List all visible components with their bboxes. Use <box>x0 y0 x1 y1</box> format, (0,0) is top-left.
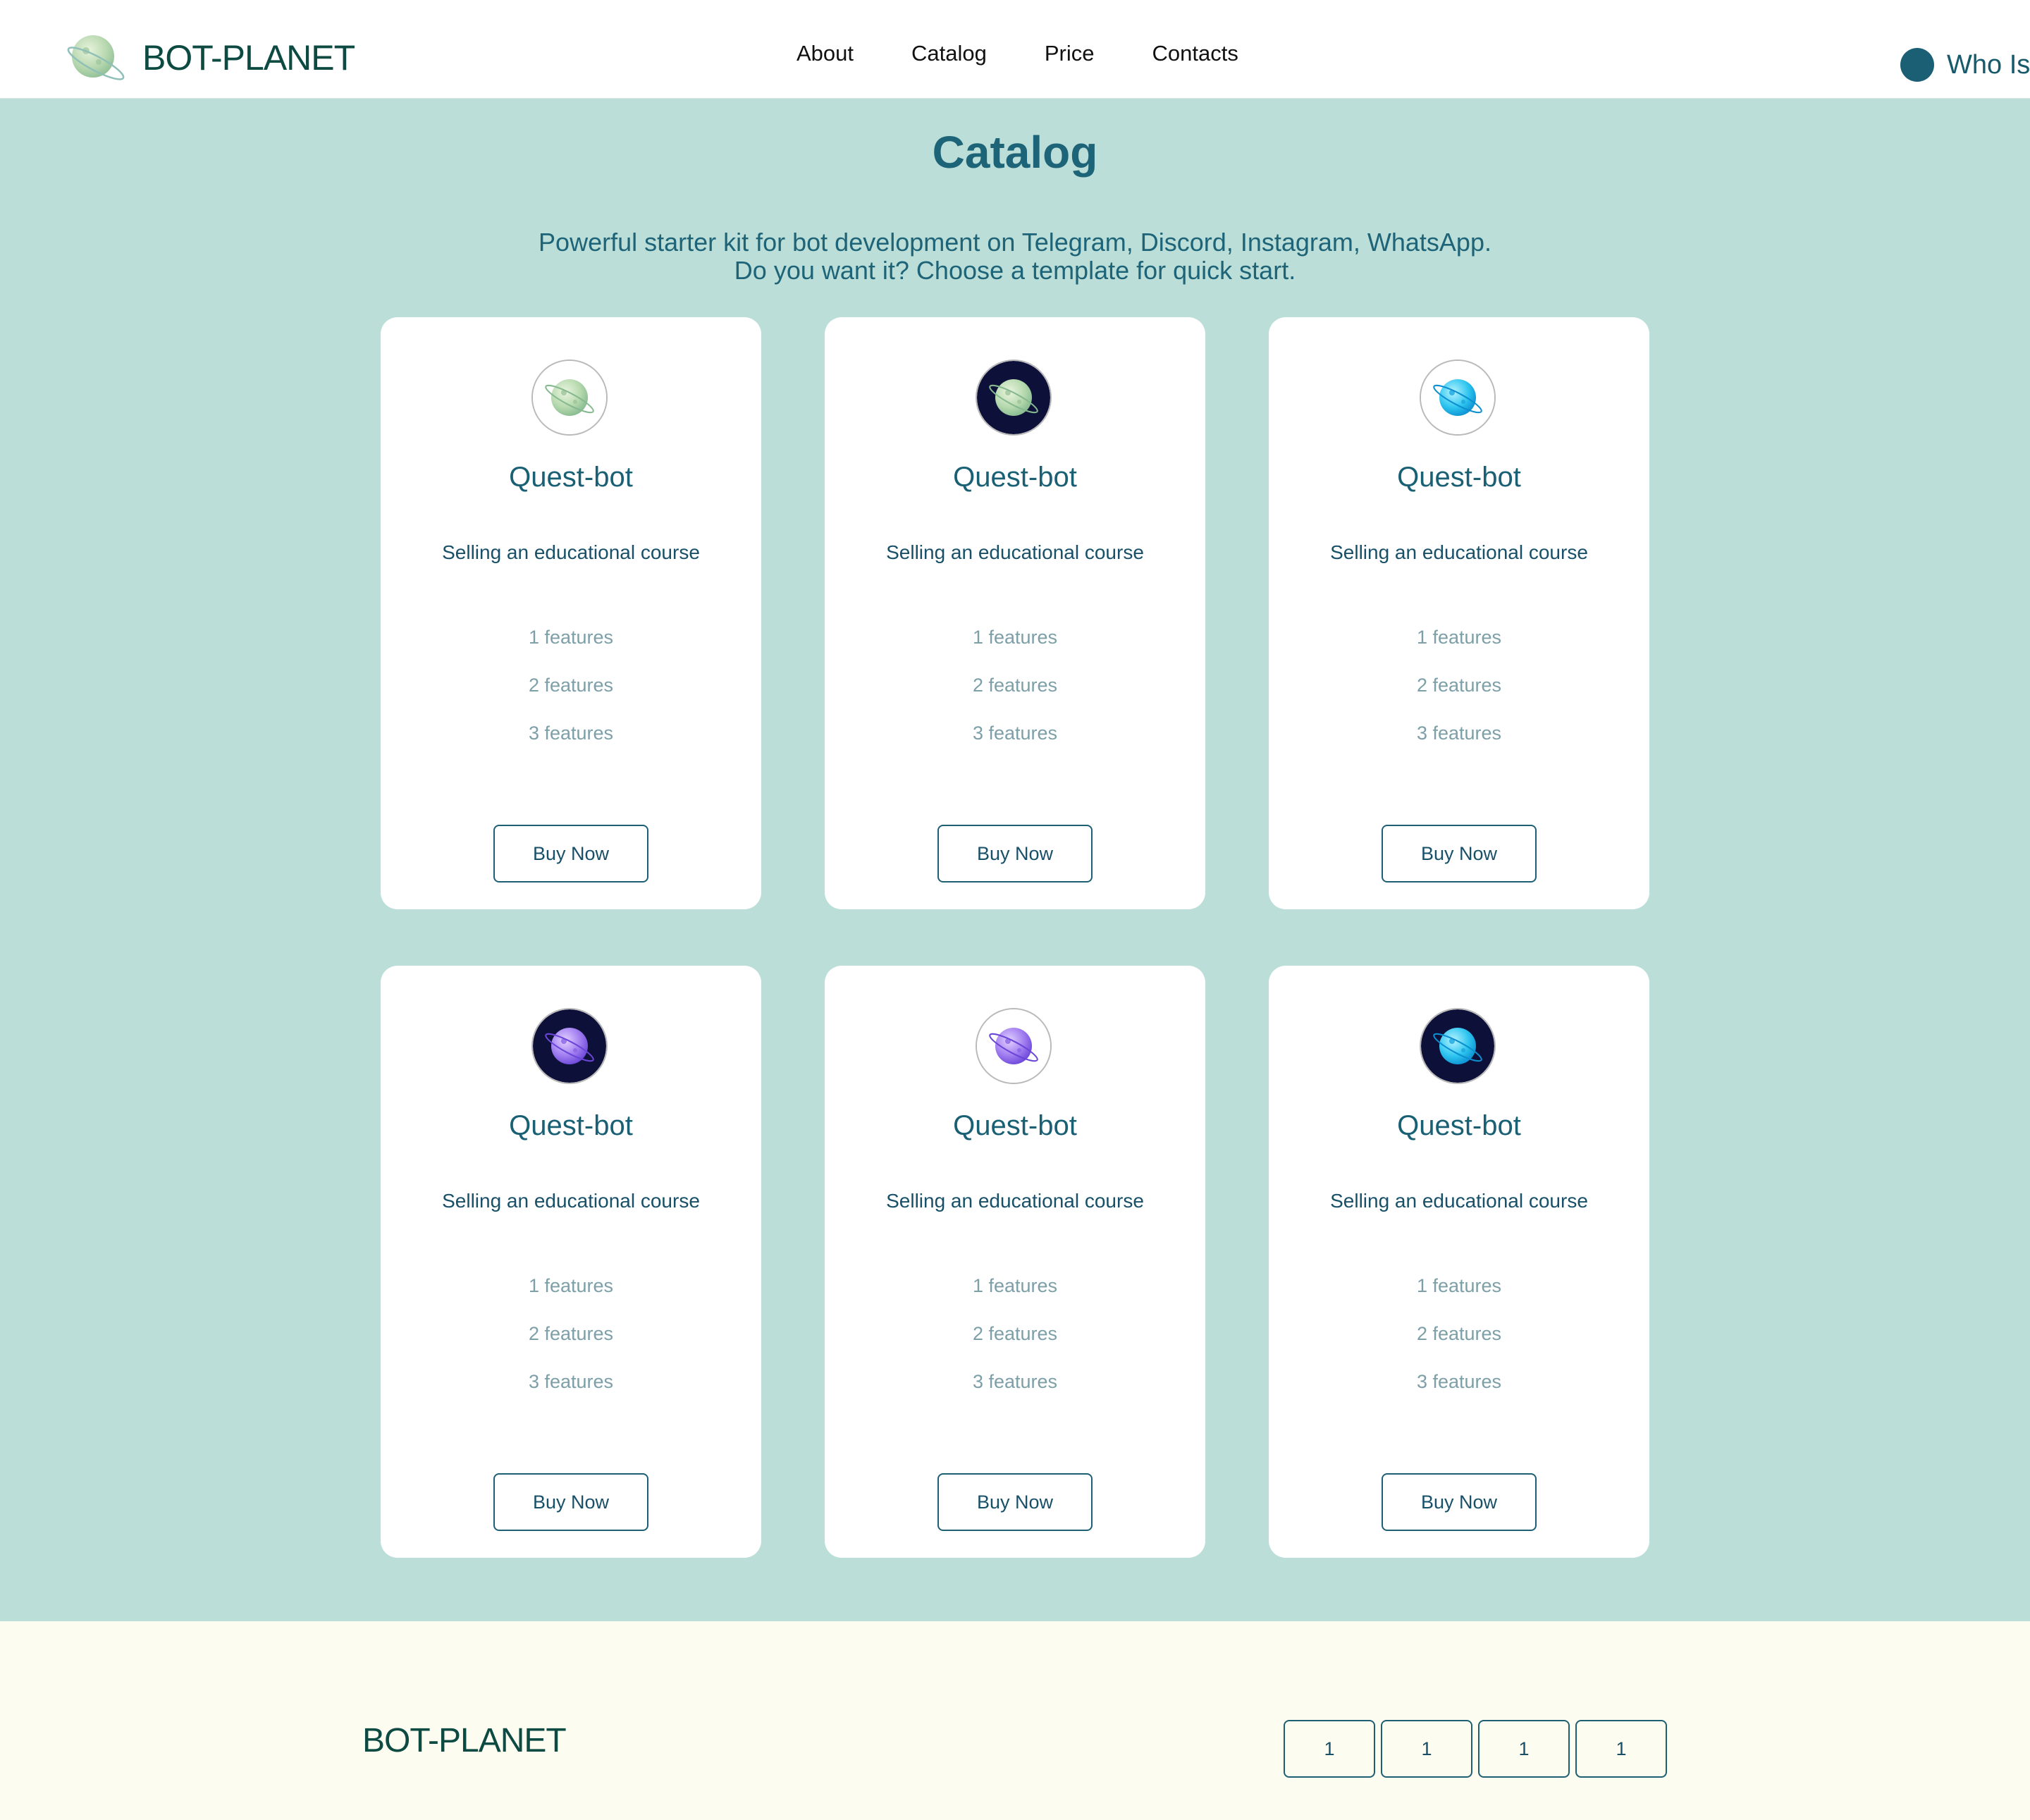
product-card: Quest-bot Selling an educational course … <box>825 317 1205 909</box>
feature-item: 3 features <box>1416 1371 1502 1392</box>
main-nav: About Catalog Price Contacts <box>796 39 1296 68</box>
product-card: Quest-bot Selling an educational course … <box>381 317 761 909</box>
footer-button-3[interactable]: 1 <box>1478 1720 1570 1778</box>
feature-item: 2 features <box>528 675 614 696</box>
nav-catalog[interactable]: Catalog <box>911 39 987 68</box>
feature-item: 1 features <box>528 1275 614 1296</box>
buy-now-button[interactable]: Buy Now <box>937 825 1093 883</box>
card-title: Quest-bot <box>953 1110 1077 1141</box>
footer-button-1[interactable]: 1 <box>1284 1720 1375 1778</box>
feature-item: 2 features <box>1416 1323 1502 1344</box>
subtitle-line-1: Powerful starter kit for bot development… <box>539 228 1491 257</box>
feature-item: 2 features <box>1416 675 1502 696</box>
site-header: BOT-PLANET About Catalog Price Contacts … <box>0 0 2030 99</box>
card-title: Quest-bot <box>509 1110 633 1141</box>
footer-logo-text[interactable]: BOT-PLANET <box>362 1720 567 1762</box>
buy-now-button[interactable]: Buy Now <box>1382 825 1537 883</box>
feature-item: 3 features <box>528 723 614 744</box>
product-card: Quest-bot Selling an educational course … <box>381 966 761 1558</box>
blue-planet-icon <box>1420 359 1496 436</box>
card-description: Selling an educational course <box>886 541 1144 563</box>
card-title: Quest-bot <box>1397 1110 1521 1141</box>
purple-planet-icon <box>976 1008 1052 1084</box>
feature-item: 3 features <box>528 1371 614 1392</box>
feature-item: 3 features <box>972 723 1058 744</box>
card-description: Selling an educational course <box>442 541 700 563</box>
nav-price[interactable]: Price <box>1045 39 1095 68</box>
product-card: Quest-bot Selling an educational course … <box>825 966 1205 1558</box>
blue-planet-dark-icon <box>1420 1008 1496 1084</box>
who-is-label: Who Is <box>1947 50 2030 80</box>
feature-item: 2 features <box>972 1323 1058 1344</box>
nav-contacts[interactable]: Contacts <box>1152 39 1238 68</box>
card-title: Quest-bot <box>1397 462 1521 493</box>
page-title: Catalog <box>932 127 1098 178</box>
nav-about[interactable]: About <box>796 39 854 68</box>
feature-item: 1 features <box>1416 1275 1502 1296</box>
buy-now-button[interactable]: Buy Now <box>493 825 648 883</box>
buy-now-button[interactable]: Buy Now <box>1382 1473 1537 1531</box>
product-card: Quest-bot Selling an educational course … <box>1269 966 1649 1558</box>
feature-item: 2 features <box>528 1323 614 1344</box>
site-footer: BOT-PLANET 1 1 1 1 <box>0 1621 2030 1820</box>
feature-item: 1 features <box>528 627 614 648</box>
who-is-link[interactable]: Who Is <box>1900 48 2030 82</box>
product-card: Quest-bot Selling an educational course … <box>1269 317 1649 909</box>
card-description: Selling an educational course <box>1330 1190 1588 1212</box>
purple-planet-dark-icon <box>531 1008 608 1084</box>
card-title: Quest-bot <box>509 462 633 493</box>
feature-item: 3 features <box>1416 723 1502 744</box>
buy-now-button[interactable]: Buy Now <box>937 1473 1093 1531</box>
feature-item: 1 features <box>1416 627 1502 648</box>
feature-item: 1 features <box>972 627 1058 648</box>
feature-item: 1 features <box>972 1275 1058 1296</box>
card-description: Selling an educational course <box>886 1190 1144 1212</box>
buy-now-button[interactable]: Buy Now <box>493 1473 648 1531</box>
card-description: Selling an educational course <box>1330 541 1588 563</box>
logo[interactable]: BOT-PLANET <box>62 31 355 85</box>
planet-logo-icon <box>62 31 130 85</box>
card-title: Quest-bot <box>953 462 1077 493</box>
feature-item: 3 features <box>972 1371 1058 1392</box>
logo-text: BOT-PLANET <box>142 38 355 78</box>
green-planet-dark-icon <box>976 359 1052 436</box>
green-planet-icon <box>531 359 608 436</box>
catalog-section: Catalog Powerful starter kit for bot dev… <box>0 99 2030 1621</box>
subtitle-line-2: Do you want it? Choose a template for qu… <box>734 256 1296 285</box>
who-is-dot-icon <box>1900 48 1934 82</box>
footer-button-2[interactable]: 1 <box>1381 1720 1472 1778</box>
footer-button-4[interactable]: 1 <box>1575 1720 1667 1778</box>
feature-item: 2 features <box>972 675 1058 696</box>
catalog-subtitle: Powerful starter kit for bot development… <box>0 228 2030 285</box>
card-description: Selling an educational course <box>442 1190 700 1212</box>
